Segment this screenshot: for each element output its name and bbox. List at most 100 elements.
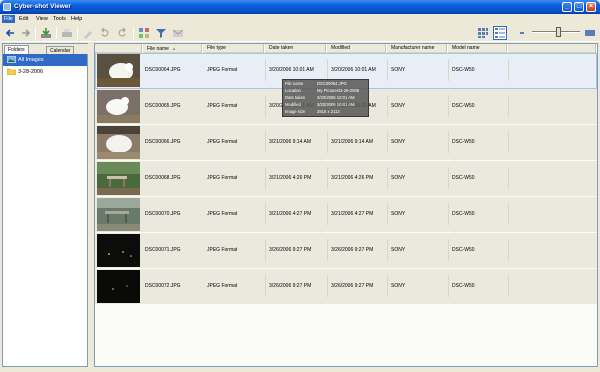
cell-file-name: DSC00071.JPG bbox=[145, 247, 181, 253]
back-arrow-icon bbox=[5, 29, 14, 37]
minimize-button[interactable]: _ bbox=[562, 2, 572, 12]
cell-date-taken: 3/26/2006 9:27 PM bbox=[269, 247, 312, 253]
tooltip-label: File name bbox=[285, 81, 304, 86]
close-button[interactable]: × bbox=[586, 2, 596, 12]
zoom-in-button[interactable] bbox=[583, 26, 597, 40]
rotate-left-icon bbox=[101, 27, 109, 37]
column-manufacturer[interactable]: Manufacturer name bbox=[387, 44, 448, 53]
cell-modified: 3/21/2006 4:26 PM bbox=[331, 175, 374, 181]
print-button[interactable] bbox=[60, 26, 74, 40]
cell-file-name: DSC00064.JPG bbox=[145, 67, 181, 73]
zoom-out-button[interactable] bbox=[515, 26, 529, 40]
thumbnail-image bbox=[97, 198, 140, 231]
rotate-left-button[interactable] bbox=[98, 26, 112, 40]
zoom-large-icon bbox=[585, 30, 595, 36]
cell-model-name: DSC-W50 bbox=[452, 139, 475, 145]
zoom-small-icon bbox=[520, 32, 524, 34]
menu-help[interactable]: Help bbox=[69, 15, 84, 23]
details-list-icon bbox=[495, 28, 505, 38]
zoom-slider-thumb[interactable] bbox=[556, 27, 561, 37]
menu-file[interactable]: File bbox=[2, 15, 15, 23]
tooltip-value: 3/20/2006 10:01 AM bbox=[317, 95, 355, 100]
edit-button[interactable] bbox=[81, 26, 95, 40]
menu-grid-icon bbox=[139, 28, 149, 38]
tooltip-value: 3/20/2006 10:01 AM bbox=[317, 102, 355, 107]
cell-file-type: JPEG Format bbox=[207, 139, 238, 145]
cell-file-name: DSC00065.JPG bbox=[145, 103, 181, 109]
cell-file-type: JPEG Format bbox=[207, 67, 238, 73]
pane-splitter[interactable] bbox=[89, 43, 93, 367]
table-row[interactable]: DSC00068.JPG JPEG Format 3/21/2006 4:26 … bbox=[95, 161, 597, 197]
cell-manufacturer: SONY bbox=[391, 103, 406, 109]
cell-manufacturer: SONY bbox=[391, 67, 406, 73]
column-empty bbox=[508, 44, 597, 53]
cell-file-name: DSC00072.JPG bbox=[145, 283, 181, 289]
thumbnail-image bbox=[97, 126, 140, 159]
column-modified[interactable]: Modified bbox=[327, 44, 387, 53]
cell-manufacturer: SONY bbox=[391, 175, 406, 181]
sort-ascending-icon: ▲ bbox=[171, 46, 176, 51]
cell-modified: 3/21/2006 4:27 PM bbox=[331, 211, 374, 217]
tree-item-all-images[interactable]: All Images bbox=[3, 54, 87, 66]
back-button[interactable] bbox=[3, 26, 17, 40]
thumbnail-image bbox=[97, 270, 140, 303]
cell-file-type: JPEG Format bbox=[207, 103, 238, 109]
column-file-type[interactable]: File type bbox=[203, 44, 265, 53]
menu-grid-button[interactable] bbox=[137, 26, 151, 40]
rotate-right-button[interactable] bbox=[115, 26, 129, 40]
thumbnail-image bbox=[97, 54, 140, 87]
cell-model-name: DSC-W50 bbox=[452, 67, 475, 73]
menu-view[interactable]: View bbox=[34, 15, 50, 23]
list-header: File name ▲ File type Date taken Modified… bbox=[95, 44, 597, 53]
cell-file-type: JPEG Format bbox=[207, 211, 238, 217]
tab-calendar[interactable]: Calendar bbox=[46, 46, 75, 54]
details-view-button[interactable] bbox=[493, 26, 507, 40]
menu-tools[interactable]: Tools bbox=[51, 15, 68, 23]
thumbnail-image bbox=[97, 90, 140, 123]
table-row[interactable]: DSC00071.JPG JPEG Format 3/26/2006 9:27 … bbox=[95, 233, 597, 269]
cell-manufacturer: SONY bbox=[391, 283, 406, 289]
thumbnail-view-button[interactable] bbox=[476, 26, 490, 40]
app-icon bbox=[3, 3, 11, 11]
folder-icon bbox=[7, 68, 16, 75]
cell-file-name: DSC00070.JPG bbox=[145, 211, 181, 217]
tooltip-label: Modified bbox=[285, 102, 301, 107]
thumbnail-image bbox=[97, 234, 140, 267]
import-icon bbox=[41, 28, 51, 38]
cell-manufacturer: SONY bbox=[391, 139, 406, 145]
mail-icon bbox=[172, 29, 184, 37]
cell-file-type: JPEG Format bbox=[207, 247, 238, 253]
tree-item-3-28-2006[interactable]: 3-28-2006 bbox=[3, 66, 87, 78]
tooltip-label: Image size bbox=[285, 109, 306, 114]
column-date-taken[interactable]: Date taken bbox=[265, 44, 327, 53]
import-button[interactable] bbox=[39, 26, 53, 40]
maximize-button[interactable]: □ bbox=[574, 2, 584, 12]
cell-file-name: DSC00068.JPG bbox=[145, 175, 181, 181]
tooltip-label: Date taken bbox=[285, 95, 306, 100]
cell-file-name: DSC00066.JPG bbox=[145, 139, 181, 145]
tooltip-value: My Pictures\3-28-2006 bbox=[317, 88, 360, 93]
column-thumbnail[interactable] bbox=[95, 44, 143, 53]
menu-edit[interactable]: Edit bbox=[17, 15, 30, 23]
sidebar-tabs: Folders Calendar bbox=[3, 44, 89, 54]
column-model-name[interactable]: Model name bbox=[448, 44, 508, 53]
tooltip-value: 2816 x 2112 bbox=[317, 109, 340, 114]
cell-model-name: DSC-W50 bbox=[452, 247, 475, 253]
rotate-right-icon bbox=[118, 27, 126, 37]
tree-item-label: 3-28-2006 bbox=[18, 69, 44, 75]
forward-button[interactable] bbox=[19, 26, 33, 40]
table-row[interactable]: DSC00072.JPG JPEG Format 3/26/2006 9:27 … bbox=[95, 269, 597, 305]
cell-date-taken: 3/21/2006 4:26 PM bbox=[269, 175, 312, 181]
column-file-name[interactable]: File name ▲ bbox=[143, 44, 203, 53]
cell-modified: 3/21/2006 9:14 AM bbox=[331, 139, 373, 145]
table-row[interactable]: DSC00070.JPG JPEG Format 3/21/2006 4:27 … bbox=[95, 197, 597, 233]
email-button[interactable] bbox=[171, 26, 185, 40]
table-row[interactable]: DSC00066.JPG JPEG Format 3/21/2006 9:14 … bbox=[95, 125, 597, 161]
tab-folders[interactable]: Folders bbox=[4, 45, 29, 54]
cell-model-name: DSC-W50 bbox=[452, 283, 475, 289]
sort-filter-button[interactable] bbox=[154, 26, 168, 40]
menu-bar: File Edit View Tools Help bbox=[0, 14, 600, 24]
cell-manufacturer: SONY bbox=[391, 211, 406, 217]
cell-modified: 3/26/2006 9:27 PM bbox=[331, 247, 374, 253]
window-title: Cyber-shot Viewer bbox=[14, 3, 71, 10]
